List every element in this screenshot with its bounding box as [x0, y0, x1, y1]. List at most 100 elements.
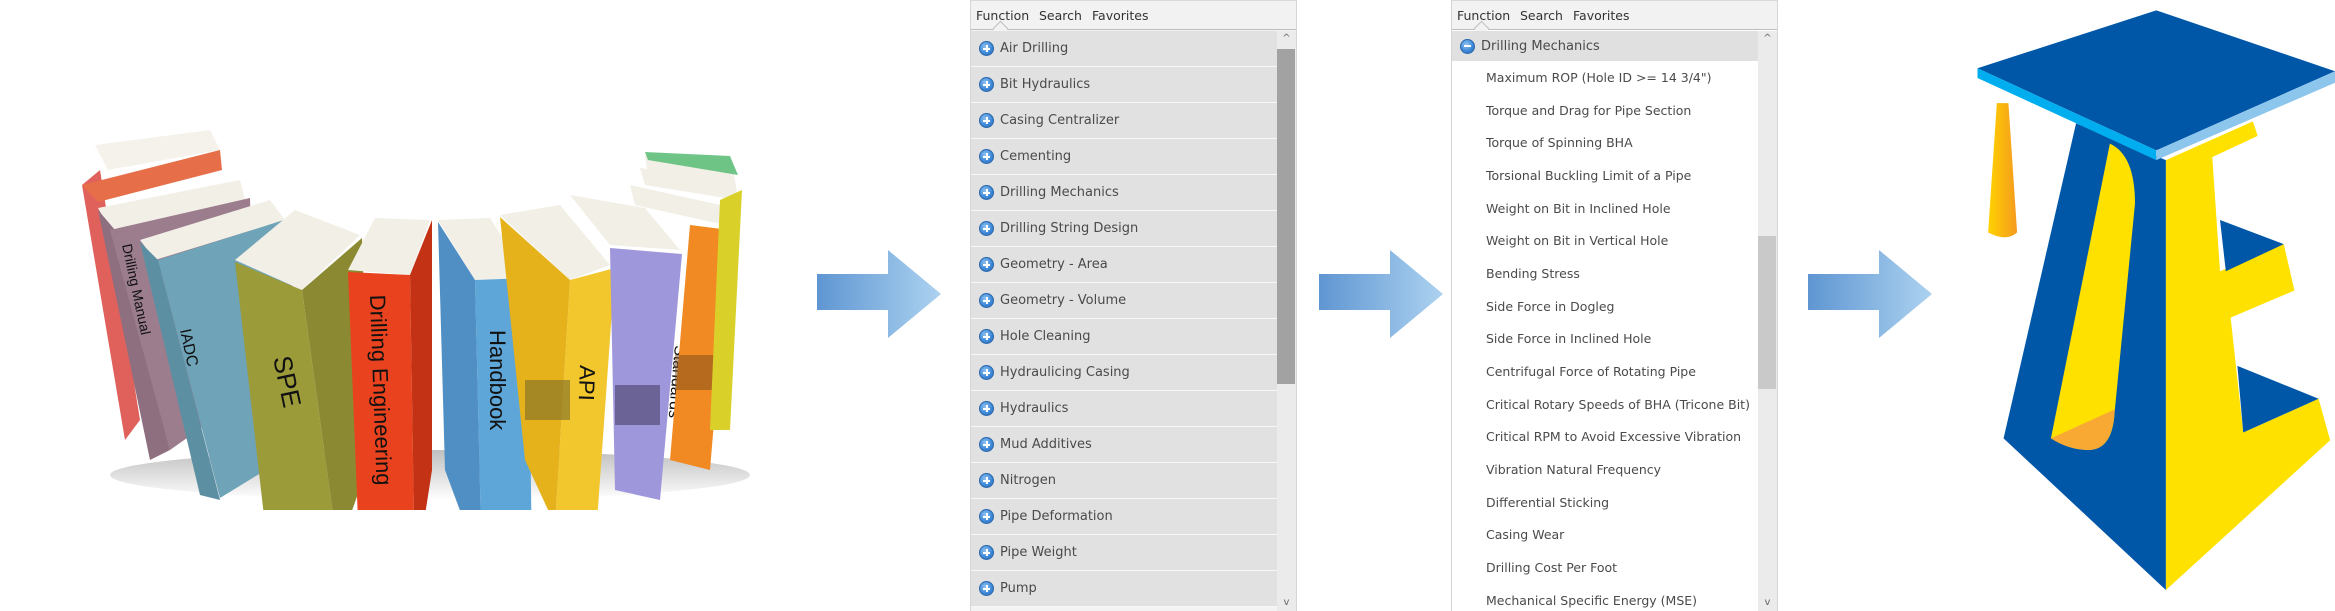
function-item[interactable]: Torsional Buckling Limit of a Pipe — [1452, 159, 1758, 192]
scroll-up-button[interactable]: ^ — [1758, 31, 1777, 47]
tab-function[interactable]: Function — [976, 8, 1029, 23]
category-row[interactable]: Casing Centralizer — [971, 103, 1277, 139]
function-item[interactable]: Torque of Spinning BHA — [1452, 126, 1758, 160]
scrollbar-thumb[interactable] — [1758, 236, 1776, 389]
function-item[interactable]: Maximum ROP (Hole ID >= 14 3/4") — [1452, 61, 1758, 94]
category-row[interactable]: Cementing — [971, 139, 1277, 175]
function-panel-drilling-mechanics: Function Search Favorites Drilling Mecha… — [1451, 0, 1778, 611]
scroll-up-button[interactable]: ^ — [1277, 31, 1296, 47]
category-row[interactable]: Pipe Weight — [971, 535, 1277, 571]
category-label: Bit Hydraulics — [1000, 77, 1091, 92]
logo-tassel — [1988, 103, 2018, 238]
logo-letter-e — [2165, 121, 2331, 591]
function-item[interactable]: Drilling Cost Per Foot — [1452, 551, 1758, 584]
vertical-scrollbar[interactable]: ^ v — [1277, 31, 1296, 611]
function-item[interactable]: Side Force in Inclined Hole — [1452, 322, 1758, 356]
book-label-api: API — [574, 365, 600, 401]
category-row[interactable]: Hydraulics — [971, 391, 1277, 427]
plus-circle-icon[interactable] — [979, 581, 994, 596]
category-row[interactable]: Air Drilling — [971, 31, 1277, 67]
scroll-down-button[interactable]: v — [1277, 595, 1296, 611]
flow-arrow-1 — [817, 250, 941, 338]
category-label: Drilling String Design — [1000, 221, 1139, 236]
plus-circle-icon[interactable] — [979, 41, 994, 56]
tab-search[interactable]: Search — [1520, 8, 1563, 23]
category-label: Pump — [1000, 581, 1037, 596]
category-row[interactable]: Mud Additives — [971, 427, 1277, 463]
function-item[interactable]: Weight on Bit in Inclined Hole — [1452, 191, 1758, 225]
plus-circle-icon[interactable] — [979, 149, 994, 164]
function-panel-categories: Function Search Favorites Air Drilling Bi… — [970, 0, 1297, 611]
plus-circle-icon[interactable] — [979, 509, 994, 524]
category-row[interactable]: Hydraulicing Casing — [971, 355, 1277, 391]
scrollbar-thumb[interactable] — [1277, 49, 1295, 384]
category-label: Mud Additives — [1000, 437, 1092, 452]
tab-function[interactable]: Function — [1457, 8, 1510, 23]
category-row[interactable]: Bit Hydraulics — [971, 67, 1277, 103]
tab-search[interactable]: Search — [1039, 8, 1082, 23]
category-row[interactable]: Drilling String Design — [971, 211, 1277, 247]
category-row[interactable]: Nitrogen — [971, 463, 1277, 499]
function-item[interactable]: Weight on Bit in Vertical Hole — [1452, 224, 1758, 258]
category-list: Air Drilling Bit Hydraulics Casing Central… — [971, 31, 1277, 611]
tab-favorites[interactable]: Favorites — [1092, 8, 1148, 23]
plus-circle-icon[interactable] — [979, 113, 994, 128]
scroll-down-button[interactable]: v — [1758, 595, 1777, 611]
category-label: Casing Centralizer — [1000, 113, 1120, 128]
function-item[interactable]: Side Force in Dogleg — [1452, 289, 1758, 323]
plus-circle-icon[interactable] — [979, 437, 994, 452]
category-label: Geometry - Area — [1000, 257, 1108, 272]
flow-arrow-3 — [1808, 250, 1932, 338]
category-label: Cementing — [1000, 149, 1072, 164]
category-label: Hole Cleaning — [1000, 329, 1091, 344]
category-label: Pipe Weight — [1000, 545, 1077, 560]
function-list: Drilling Mechanics Maximum ROP (Hole ID … — [1452, 31, 1758, 611]
category-label: Nitrogen — [1000, 473, 1056, 488]
function-item[interactable]: Mechanical Specific Energy (MSE) — [1452, 584, 1758, 611]
chevron-down-icon: v — [1764, 597, 1771, 608]
tab-bar: Function Search Favorites — [971, 0, 1296, 37]
tab-favorites[interactable]: Favorites — [1573, 8, 1629, 23]
vertical-scrollbar[interactable]: ^ v — [1758, 31, 1777, 611]
drilling-education-logo — [1963, 0, 2335, 611]
function-item[interactable]: Bending Stress — [1452, 257, 1758, 290]
chevron-up-icon: ^ — [1282, 33, 1291, 44]
category-label: Geometry - Volume — [1000, 293, 1127, 308]
plus-circle-icon[interactable] — [979, 365, 994, 380]
plus-circle-icon[interactable] — [979, 545, 994, 560]
book-red: Drilling Engineering — [348, 218, 432, 510]
drilling-books-illustration: Drilling Manual IADC SPE Drilling Engine… — [70, 130, 790, 510]
function-item[interactable]: Critical Rotary Speeds of BHA (Tricone B… — [1452, 387, 1758, 421]
function-item[interactable]: Differential Sticking — [1452, 485, 1758, 519]
tab-bar: Function Search Favorites — [1452, 0, 1777, 37]
category-row[interactable]: Pipe Deformation — [971, 499, 1277, 535]
function-item[interactable]: Casing Wear — [1452, 518, 1758, 552]
category-row[interactable]: Geometry - Area — [971, 247, 1277, 283]
category-label: Hydraulics — [1000, 401, 1069, 416]
book-label-handbook: Handbook — [485, 330, 510, 431]
category-label: Drilling Mechanics — [1481, 38, 1600, 54]
plus-circle-icon[interactable] — [979, 185, 994, 200]
plus-circle-icon[interactable] — [979, 329, 994, 344]
logo-mortarboard — [1977, 10, 2335, 151]
plus-circle-icon[interactable] — [979, 221, 994, 236]
function-item[interactable]: Centrifugal Force of Rotating Pipe — [1452, 355, 1758, 388]
category-row[interactable]: Hole Cleaning — [971, 319, 1277, 355]
category-row[interactable]: Pump — [971, 571, 1277, 607]
function-item[interactable]: Vibration Natural Frequency — [1452, 453, 1758, 486]
minus-circle-icon[interactable] — [1460, 38, 1475, 54]
category-row[interactable]: Geometry - Volume — [971, 283, 1277, 319]
plus-circle-icon[interactable] — [979, 257, 994, 272]
plus-circle-icon[interactable] — [979, 401, 994, 416]
category-row-expanded[interactable]: Drilling Mechanics — [1452, 31, 1758, 61]
chevron-up-icon: ^ — [1763, 33, 1772, 44]
plus-circle-icon[interactable] — [979, 77, 994, 92]
category-label: Hydraulicing Casing — [1000, 365, 1130, 380]
category-row[interactable]: Drilling Mechanics — [971, 175, 1277, 211]
plus-circle-icon[interactable] — [979, 473, 994, 488]
chevron-down-icon: v — [1283, 597, 1290, 608]
category-label: Pipe Deformation — [1000, 509, 1113, 524]
function-item[interactable]: Critical RPM to Avoid Excessive Vibratio… — [1452, 420, 1758, 454]
function-item[interactable]: Torque and Drag for Pipe Section — [1452, 93, 1758, 127]
plus-circle-icon[interactable] — [979, 293, 994, 308]
